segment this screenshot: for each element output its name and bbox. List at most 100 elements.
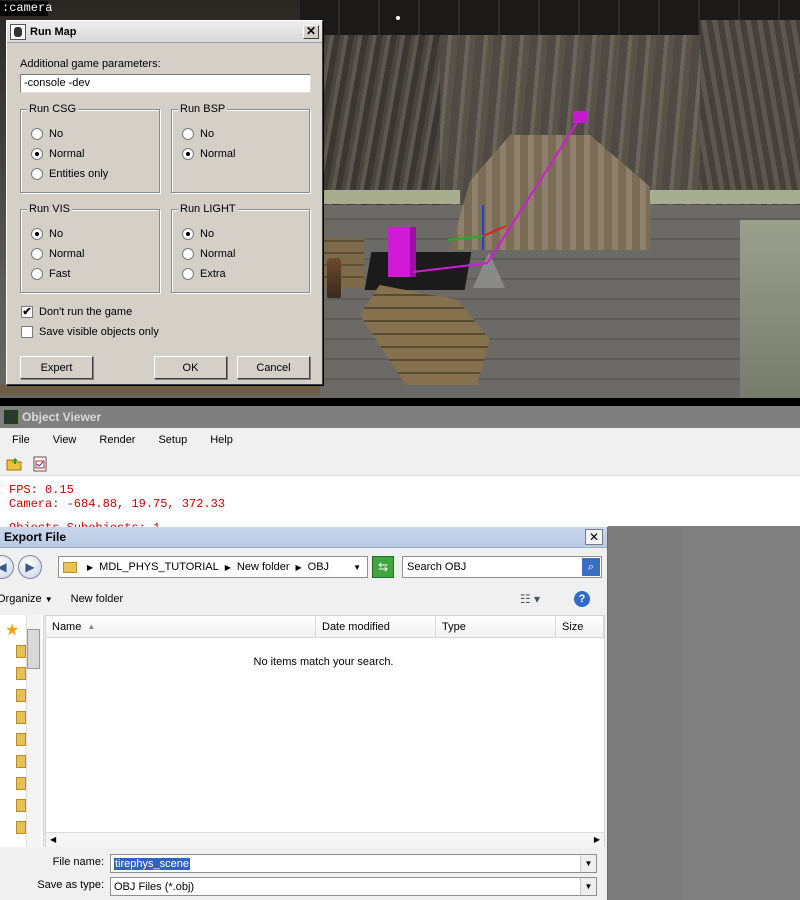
- fps-readout: FPS: 0.15: [9, 483, 74, 497]
- radio-button[interactable]: [31, 248, 43, 260]
- hammer-app-icon: [10, 23, 26, 40]
- dont-run-game-checkbox[interactable]: ✔ Don't run the game: [21, 306, 132, 318]
- radio-button[interactable]: [31, 268, 43, 280]
- column-size[interactable]: Size: [556, 616, 604, 638]
- cancel-button[interactable]: Cancel: [237, 356, 310, 379]
- run-bsp-group: Run BSP No Normal: [171, 103, 310, 193]
- app-icon: [3, 409, 19, 425]
- radio-vis-fast[interactable]: Fast: [31, 268, 70, 280]
- breadcrumb-segment[interactable]: OBJ: [308, 561, 329, 573]
- column-date-modified[interactable]: Date modified: [316, 616, 436, 638]
- radio-label: No: [200, 128, 215, 140]
- help-icon[interactable]: ?: [574, 591, 590, 607]
- menu-render[interactable]: Render: [95, 432, 139, 448]
- folder-icon[interactable]: [16, 733, 26, 746]
- radio-vis-normal[interactable]: Normal: [31, 248, 84, 260]
- folder-icon[interactable]: [16, 755, 26, 768]
- menu-help[interactable]: Help: [206, 432, 237, 448]
- chevron-right-icon[interactable]: ▶: [87, 563, 93, 572]
- radio-button[interactable]: [31, 168, 43, 180]
- radio-vis-no[interactable]: No: [31, 228, 63, 240]
- column-type[interactable]: Type: [436, 616, 556, 638]
- radio-button[interactable]: [182, 148, 194, 160]
- toolbar: [0, 452, 800, 476]
- radio-button[interactable]: [31, 148, 43, 160]
- menu-setup[interactable]: Setup: [154, 432, 191, 448]
- search-icon[interactable]: ⌕: [582, 558, 600, 576]
- viewport-ground-strip: [0, 385, 320, 395]
- viewer-titlebar[interactable]: Object Viewer: [0, 406, 800, 428]
- radio-button[interactable]: [31, 128, 43, 140]
- dialog-titlebar[interactable]: Run Map ✕: [7, 21, 322, 43]
- open-folder-icon[interactable]: [4, 454, 24, 474]
- radio-csg-no[interactable]: No: [31, 128, 63, 140]
- chevron-down-icon[interactable]: ▼: [580, 878, 596, 895]
- folder-icon[interactable]: [16, 799, 26, 812]
- folder-icon[interactable]: [16, 689, 26, 702]
- radio-csg-normal[interactable]: Normal: [31, 148, 84, 160]
- radio-light-no[interactable]: No: [182, 228, 214, 240]
- organize-menu[interactable]: Organize ▼: [0, 593, 53, 605]
- radio-label: Entities only: [49, 168, 109, 180]
- checkbox-label: Save visible objects only: [39, 326, 159, 338]
- address-bar[interactable]: ▶ MDL_PHYS_TUTORIAL ▶ New folder ▶ OBJ ▼: [58, 556, 368, 578]
- radio-button[interactable]: [182, 228, 194, 240]
- checkbox-unchecked[interactable]: [21, 326, 33, 338]
- sort-ascending-icon: ▲: [87, 622, 96, 631]
- folder-icon[interactable]: [16, 711, 26, 724]
- search-input[interactable]: Search OBJ ⌕: [402, 556, 602, 578]
- nav-scroll-thumb[interactable]: [27, 629, 40, 669]
- menu-file[interactable]: File: [8, 432, 34, 448]
- refresh-icon[interactable]: ⇆: [372, 556, 394, 578]
- file-list[interactable]: Name ▲ Date modified Type Size No items m…: [45, 615, 605, 847]
- empty-list-message: No items match your search.: [253, 656, 394, 668]
- radio-bsp-no[interactable]: No: [182, 128, 214, 140]
- column-name[interactable]: Name ▲: [46, 616, 316, 638]
- radio-csg-entities-only[interactable]: Entities only: [31, 168, 108, 180]
- folder-icon[interactable]: [16, 777, 26, 790]
- new-folder-button[interactable]: New folder: [71, 593, 124, 605]
- chevron-right-icon[interactable]: ▶: [296, 563, 302, 572]
- radio-button[interactable]: [182, 248, 194, 260]
- forward-arrow-icon[interactable]: ▶: [18, 555, 42, 579]
- run-csg-group: Run CSG No Normal Entities only: [20, 103, 160, 193]
- scroll-left-icon[interactable]: ◀: [50, 835, 56, 844]
- viewer-right-panel: [683, 526, 800, 900]
- save-type-select[interactable]: OBJ Files (*.obj) ▼: [110, 877, 597, 896]
- favorites-star-icon[interactable]: ★: [5, 620, 19, 640]
- folder-icon: [63, 561, 77, 573]
- radio-label: No: [200, 228, 215, 240]
- file-name-value[interactable]: tirephys_scene: [114, 857, 190, 870]
- radio-light-normal[interactable]: Normal: [182, 248, 235, 260]
- back-arrow-icon[interactable]: ◀: [0, 555, 14, 579]
- export-titlebar[interactable]: Export File ✕: [0, 527, 607, 548]
- chevron-down-icon[interactable]: ▼: [353, 563, 361, 572]
- horizontal-scrollbar[interactable]: ◀ ▶: [46, 832, 604, 847]
- export-document-icon[interactable]: [30, 454, 50, 474]
- radio-label: No: [49, 128, 64, 140]
- folder-icon[interactable]: [16, 821, 26, 834]
- radio-bsp-normal[interactable]: Normal: [182, 148, 235, 160]
- save-visible-checkbox[interactable]: Save visible objects only: [21, 326, 159, 338]
- view-options-icon[interactable]: ☷ ▾: [520, 592, 540, 606]
- close-button[interactable]: ✕: [303, 24, 319, 39]
- params-input[interactable]: -console -dev: [20, 74, 311, 93]
- folder-icon[interactable]: [16, 645, 26, 658]
- ok-button[interactable]: OK: [154, 356, 227, 379]
- breadcrumb-segment[interactable]: MDL_PHYS_TUTORIAL: [99, 561, 219, 573]
- folder-icon[interactable]: [16, 667, 26, 680]
- expert-button[interactable]: Expert: [20, 356, 93, 379]
- radio-light-extra[interactable]: Extra: [182, 268, 226, 280]
- camera-readout: Camera: -684.88, 19.75, 372.33: [9, 497, 226, 511]
- chevron-right-icon[interactable]: ▶: [225, 563, 231, 572]
- radio-button[interactable]: [31, 228, 43, 240]
- breadcrumb-segment[interactable]: New folder: [237, 561, 290, 573]
- checkbox-checked[interactable]: ✔: [21, 306, 33, 318]
- chevron-down-icon[interactable]: ▼: [580, 855, 596, 872]
- radio-button[interactable]: [182, 268, 194, 280]
- close-button[interactable]: ✕: [585, 529, 603, 545]
- scroll-right-icon[interactable]: ▶: [594, 835, 600, 844]
- file-name-field[interactable]: tirephys_scene ▼: [110, 854, 597, 873]
- menu-view[interactable]: View: [49, 432, 81, 448]
- radio-button[interactable]: [182, 128, 194, 140]
